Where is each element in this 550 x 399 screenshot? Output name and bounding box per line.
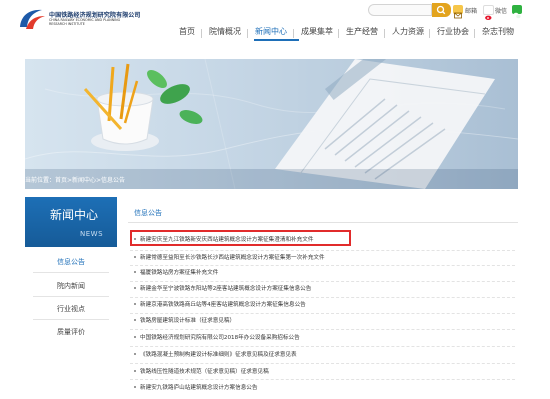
sidebar-title: 新闻中心 xyxy=(50,208,99,222)
list-bullet xyxy=(134,319,136,321)
article-link[interactable]: 新建京港高铁铁路商丘站等4座客站建筑概念设计方案征集信息公告 xyxy=(140,300,306,308)
sidebar-item-industry-views[interactable]: 行业视点 xyxy=(25,304,117,314)
nav-active-underline xyxy=(254,39,299,41)
nav-news[interactable]: 新闻中心 xyxy=(255,26,287,37)
list-bullet xyxy=(134,238,136,240)
nav-hr[interactable]: 人力资源 xyxy=(392,26,424,37)
nav-magazine[interactable]: 杂志刊物 xyxy=(482,26,514,37)
nav-divider xyxy=(474,29,475,38)
list-bullet xyxy=(134,386,136,388)
nav-divider xyxy=(247,29,248,38)
row-divider xyxy=(130,313,515,315)
banner-image xyxy=(25,59,518,189)
sidebar-item-notices[interactable]: 信息公告 xyxy=(25,257,117,267)
search-input[interactable] xyxy=(368,4,432,16)
row-divider xyxy=(130,329,515,331)
nav-home[interactable]: 首页 xyxy=(179,26,195,37)
nav-association[interactable]: 行业协会 xyxy=(437,26,469,37)
sidebar-item-quality-review[interactable]: 质量评价 xyxy=(25,327,117,337)
nav-achievements[interactable]: 成果集萃 xyxy=(301,26,333,37)
category-title: 信息公告 xyxy=(134,209,162,217)
mail-link[interactable]: 邮箱 xyxy=(465,6,477,15)
sidebar-item-internal-news[interactable]: 院内新闻 xyxy=(25,281,117,291)
search-button[interactable] xyxy=(432,3,451,17)
breadcrumb: 当前位置：首页>新闻中心>信息公告 xyxy=(25,177,126,184)
article-link[interactable]: 福厦铁路站房方案征集补充文件 xyxy=(140,268,218,276)
nav-about[interactable]: 院情概况 xyxy=(209,26,241,37)
logo-icon[interactable] xyxy=(17,6,47,32)
row-divider xyxy=(130,297,515,299)
nav-divider xyxy=(293,29,294,38)
row-divider xyxy=(130,379,515,381)
sidebar-subtitle: NEWS xyxy=(80,230,104,238)
nav-operations[interactable]: 生产经营 xyxy=(346,26,378,37)
list-bullet xyxy=(134,336,136,338)
logo-english-name: CHINA RAILWAY ECONOMIC AND PLANNING RESE… xyxy=(49,18,121,26)
sidebar-divider xyxy=(33,319,109,320)
row-divider xyxy=(130,363,515,365)
row-divider xyxy=(130,250,515,252)
article-link[interactable]: 铁路房屋建筑设计标准（征求意见稿） xyxy=(140,316,235,324)
list-bullet xyxy=(134,303,136,305)
list-bullet xyxy=(134,370,136,372)
nav-divider xyxy=(201,29,202,38)
row-divider xyxy=(130,346,515,348)
list-bullet xyxy=(134,271,136,273)
wechat-link[interactable]: 微信 xyxy=(495,6,507,15)
wechat-icon[interactable] xyxy=(512,5,522,19)
article-link[interactable]: 新建安庆至九江铁路新安庆西站建筑概念设计方案征集澄清和补充文件 xyxy=(140,235,313,243)
category-divider xyxy=(128,222,518,223)
article-link[interactable]: 新建常德至益阳至长沙铁路长沙西站建筑概念设计方案征集第一次补充文件 xyxy=(140,253,325,261)
article-link[interactable]: 中国铁路经济规划研究院有限公司2018年办公设备采购招标公告 xyxy=(140,333,300,341)
sidebar-divider xyxy=(33,296,109,297)
list-bullet xyxy=(134,287,136,289)
article-link[interactable]: 《铁路混凝土预制构建设计标准细则》征求意见稿及征求意见表 xyxy=(140,350,297,358)
sidebar-divider xyxy=(33,272,109,273)
mail-icon[interactable] xyxy=(453,5,463,19)
weibo-icon[interactable] xyxy=(483,5,494,20)
nav-divider xyxy=(384,29,385,38)
article-link[interactable]: 铁路线压性隧道技术规范（征求意见稿）征求意见稿 xyxy=(140,367,269,375)
nav-divider xyxy=(429,29,430,38)
list-bullet xyxy=(134,353,136,355)
article-link[interactable]: 新建金华至宁波铁路东阳站等2座客站建筑概念设计方案征集信息公告 xyxy=(140,284,311,292)
nav-divider xyxy=(338,29,339,38)
list-bullet xyxy=(134,256,136,258)
search-icon xyxy=(436,5,446,15)
row-divider xyxy=(130,281,515,283)
article-link[interactable]: 新建安九铁路庐山站建筑概念设计方案信息公告 xyxy=(140,383,257,391)
row-divider xyxy=(130,265,515,267)
